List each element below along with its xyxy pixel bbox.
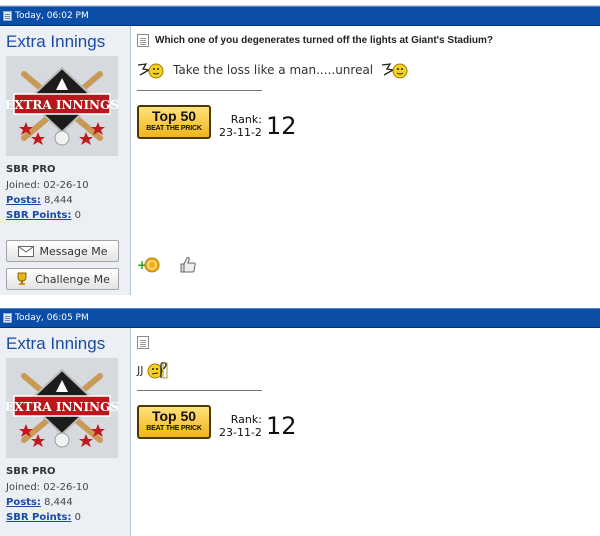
rank-date: 23-11-2 <box>219 426 262 439</box>
post-timestamp: Today, 06:05 PM <box>15 313 89 323</box>
posts-stat: Posts: 8,444 <box>6 193 125 208</box>
rank-info: Rank: 23-11-2 <box>219 113 262 139</box>
rank-info: Rank: 23-11-2 <box>219 413 262 439</box>
posts-stat: Posts: 8,444 <box>6 495 125 510</box>
document-icon <box>137 33 149 47</box>
post-content: JJ Top 50 BEAT THE PRICK Rank: 23-11-2 1… <box>131 328 600 536</box>
post-titlebar: Which one of you degenerates turned off … <box>137 32 594 48</box>
avatar-logo-text: EXTRA INNINGS <box>6 98 118 112</box>
post-title: Which one of you degenerates turned off … <box>155 34 493 46</box>
post-2: Today, 06:05 PM Extra Innings EXTRA INNI… <box>0 308 600 536</box>
joined-label: Joined: <box>6 482 41 493</box>
posts-link[interactable]: Posts: <box>6 497 41 508</box>
signature-divider <box>137 90 262 91</box>
avatar: EXTRA INNINGS <box>6 56 118 156</box>
post-titlebar <box>137 334 594 350</box>
points-stat: SBR Points: 0 <box>6 510 125 525</box>
username-link[interactable]: Extra Innings <box>6 334 125 354</box>
signature-divider <box>137 390 262 391</box>
rank-block: Rank: 23-11-2 12 <box>219 113 296 139</box>
joined-value: 02-26-10 <box>43 180 89 191</box>
challenge-me-button[interactable]: Challenge Me <box>6 268 119 290</box>
badge-title: Top 50 <box>151 408 197 424</box>
rank-label: Rank: <box>230 113 262 126</box>
avatar-logo-text: EXTRA INNINGS <box>6 400 118 414</box>
top50-badge[interactable]: Top 50 BEAT THE PRICK <box>137 105 211 139</box>
joined-label: Joined: <box>6 180 41 191</box>
message-text: Take the loss like a man.....unreal <box>173 63 374 77</box>
posts-value: 8,444 <box>44 497 73 508</box>
post-header: Today, 06:02 PM <box>0 6 600 26</box>
joined-value: 02-26-10 <box>43 482 89 493</box>
points-value: 0 <box>74 512 82 523</box>
badge-subtitle: BEAT THE PRICK <box>146 425 202 432</box>
signature: Top 50 BEAT THE PRICK Rank: 23-11-2 12 <box>137 405 594 439</box>
trophy-icon <box>17 272 27 285</box>
post-header: Today, 06:05 PM <box>0 308 600 328</box>
signature: Top 50 BEAT THE PRICK Rank: 23-11-2 12 <box>137 105 594 139</box>
post-content: Which one of you degenerates turned off … <box>131 26 600 295</box>
user-title: SBR PRO <box>6 466 56 477</box>
points-stat: SBR Points: 0 <box>6 208 125 223</box>
speech-smiley-icon <box>137 63 164 79</box>
post-message: Take the loss like a man.....unreal <box>137 60 594 80</box>
user-title: SBR PRO <box>6 164 56 175</box>
post-1: Today, 06:02 PM Extra Innings EXTRA INNI… <box>0 6 600 295</box>
speech-smiley-icon <box>382 63 408 79</box>
page-icon <box>3 11 12 21</box>
confused-smiley-icon <box>147 362 167 379</box>
rank-number: 12 <box>265 412 297 440</box>
top50-badge[interactable]: Top 50 BEAT THE PRICK <box>137 405 211 439</box>
user-info-panel: Extra Innings EXTRA INNINGS SBR PRO Join… <box>0 26 131 295</box>
post-timestamp: Today, 06:02 PM <box>15 11 89 21</box>
rank-number: 12 <box>265 112 297 140</box>
avatar-logo: EXTRA INNINGS <box>6 358 118 458</box>
post-actions: + <box>137 256 197 274</box>
message-me-label: Message Me <box>39 244 108 258</box>
document-icon <box>137 335 149 349</box>
add-points-icon[interactable]: + <box>137 256 161 274</box>
badge-title: Top 50 <box>151 108 197 124</box>
avatar: EXTRA INNINGS <box>6 358 118 458</box>
message-me-button[interactable]: Message Me <box>6 240 119 262</box>
points-value: 0 <box>74 210 82 221</box>
sbr-points-link[interactable]: SBR Points: <box>6 512 71 523</box>
joined-stat: Joined: 02-26-10 <box>6 480 125 495</box>
badge-subtitle: BEAT THE PRICK <box>146 125 202 132</box>
username-link[interactable]: Extra Innings <box>6 32 125 52</box>
page-icon <box>3 313 12 323</box>
challenge-me-label: Challenge Me <box>35 272 110 286</box>
posts-link[interactable]: Posts: <box>6 195 41 206</box>
posts-value: 8,444 <box>44 195 73 206</box>
user-info-panel: Extra Innings EXTRA INNINGS SBR PRO Join… <box>0 328 131 536</box>
sbr-points-link[interactable]: SBR Points: <box>6 210 71 221</box>
rank-label: Rank: <box>230 413 262 426</box>
message-text: JJ <box>137 363 144 377</box>
joined-stat: Joined: 02-26-10 <box>6 178 125 193</box>
post-message: JJ <box>137 360 594 380</box>
avatar-logo: EXTRA INNINGS <box>6 56 118 156</box>
envelope-icon <box>17 245 34 257</box>
rank-block: Rank: 23-11-2 12 <box>219 413 296 439</box>
thumbs-up-icon[interactable] <box>179 256 197 274</box>
rank-date: 23-11-2 <box>219 126 262 139</box>
